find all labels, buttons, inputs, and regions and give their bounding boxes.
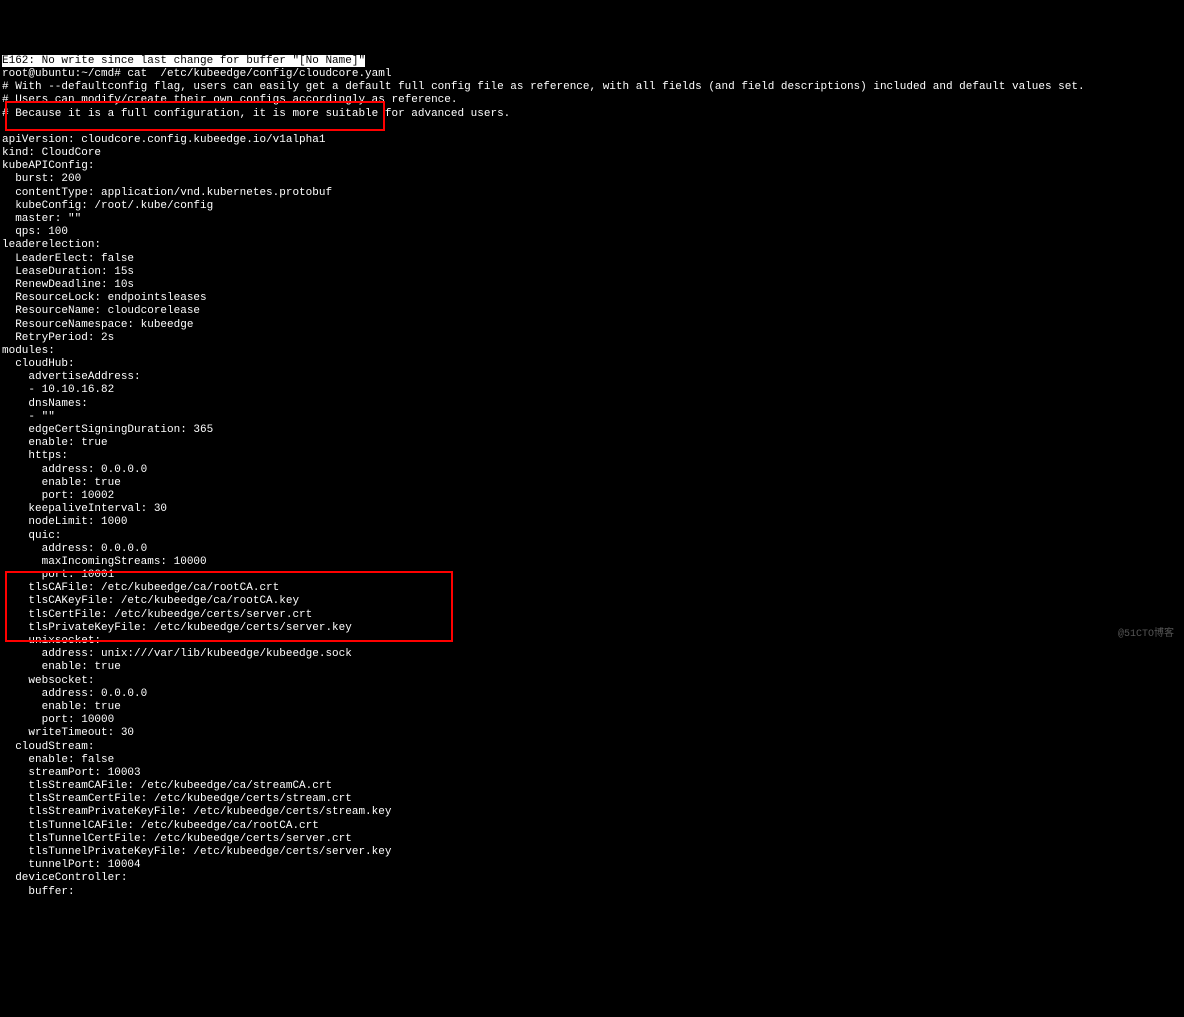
yaml-line: tlsTunnelCertFile: /etc/kubeedge/certs/s… <box>2 833 352 845</box>
terminal-output: E162: No write since last change for buf… <box>2 55 1182 899</box>
yaml-line: tlsCAKeyFile: /etc/kubeedge/ca/rootCA.ke… <box>2 595 299 607</box>
yaml-line: enable: true <box>2 437 108 449</box>
yaml-line: port: 10001 <box>2 569 114 581</box>
yaml-line: enable: false <box>2 754 114 766</box>
yaml-line: tlsPrivateKeyFile: /etc/kubeedge/certs/s… <box>2 622 352 634</box>
yaml-line: writeTimeout: 30 <box>2 727 134 739</box>
yaml-line: address: unix:///var/lib/kubeedge/kubeed… <box>2 648 352 660</box>
yaml-line: kind: CloudCore <box>2 147 101 159</box>
yaml-line: address: 0.0.0.0 <box>2 688 147 700</box>
yaml-line: websocket: <box>2 675 94 687</box>
yaml-line: contentType: application/vnd.kubernetes.… <box>2 187 332 199</box>
yaml-line: LeaderElect: false <box>2 253 134 265</box>
vim-error-message: E162: No write since last change for buf… <box>2 55 365 67</box>
yaml-line: address: 0.0.0.0 <box>2 543 147 555</box>
yaml-line: kubeAPIConfig: <box>2 160 94 172</box>
yaml-line: enable: true <box>2 661 121 673</box>
yaml-line: keepaliveInterval: 30 <box>2 503 167 515</box>
yaml-line: ResourceLock: endpointsleases <box>2 292 207 304</box>
yaml-line: enable: true <box>2 701 121 713</box>
yaml-line: tlsStreamCAFile: /etc/kubeedge/ca/stream… <box>2 780 332 792</box>
comment-line: # Because it is a full configuration, it… <box>2 108 510 120</box>
yaml-line: buffer: <box>2 886 75 898</box>
yaml-line: ResourceNamespace: kubeedge <box>2 319 193 331</box>
yaml-line: quic: <box>2 530 61 542</box>
yaml-line: leaderelection: <box>2 239 101 251</box>
yaml-line: tlsCertFile: /etc/kubeedge/certs/server.… <box>2 609 312 621</box>
shell-prompt-line: root@ubuntu:~/cmd# cat /etc/kubeedge/con… <box>2 68 391 80</box>
yaml-line: ResourceName: cloudcorelease <box>2 305 200 317</box>
yaml-line: kubeConfig: /root/.kube/config <box>2 200 213 212</box>
comment-line: # With --defaultconfig flag, users can e… <box>2 81 1085 93</box>
yaml-line: LeaseDuration: 15s <box>2 266 134 278</box>
yaml-line: nodeLimit: 1000 <box>2 516 127 528</box>
yaml-line: tlsStreamPrivateKeyFile: /etc/kubeedge/c… <box>2 806 391 818</box>
yaml-line: enable: true <box>2 477 121 489</box>
yaml-line: RetryPeriod: 2s <box>2 332 114 344</box>
yaml-line: - 10.10.16.82 <box>2 384 114 396</box>
yaml-line: port: 10000 <box>2 714 114 726</box>
yaml-line: apiVersion: cloudcore.config.kubeedge.io… <box>2 134 325 146</box>
yaml-line: tlsCAFile: /etc/kubeedge/ca/rootCA.crt <box>2 582 279 594</box>
yaml-line: streamPort: 10003 <box>2 767 141 779</box>
yaml-line: master: "" <box>2 213 81 225</box>
yaml-line: tlsTunnelPrivateKeyFile: /etc/kubeedge/c… <box>2 846 391 858</box>
yaml-line: burst: 200 <box>2 173 81 185</box>
yaml-line: tunnelPort: 10004 <box>2 859 141 871</box>
yaml-line: address: 0.0.0.0 <box>2 464 147 476</box>
comment-line: # Users can modify/create their own conf… <box>2 94 457 106</box>
yaml-line: unixsocket: <box>2 635 101 647</box>
yaml-line: maxIncomingStreams: 10000 <box>2 556 207 568</box>
yaml-line: https: <box>2 450 68 462</box>
yaml-line: advertiseAddress: <box>2 371 141 383</box>
yaml-line: modules: <box>2 345 55 357</box>
yaml-line: tlsTunnelCAFile: /etc/kubeedge/ca/rootCA… <box>2 820 319 832</box>
yaml-line: port: 10002 <box>2 490 114 502</box>
yaml-line: edgeCertSigningDuration: 365 <box>2 424 213 436</box>
yaml-line: deviceController: <box>2 872 127 884</box>
yaml-line: cloudStream: <box>2 741 94 753</box>
yaml-line: tlsStreamCertFile: /etc/kubeedge/certs/s… <box>2 793 352 805</box>
yaml-line: dnsNames: <box>2 398 88 410</box>
yaml-line: cloudHub: <box>2 358 75 370</box>
yaml-line: qps: 100 <box>2 226 68 238</box>
watermark-text: @51CTO博客 <box>1118 629 1174 641</box>
yaml-line: - "" <box>2 411 55 423</box>
yaml-line: RenewDeadline: 10s <box>2 279 134 291</box>
